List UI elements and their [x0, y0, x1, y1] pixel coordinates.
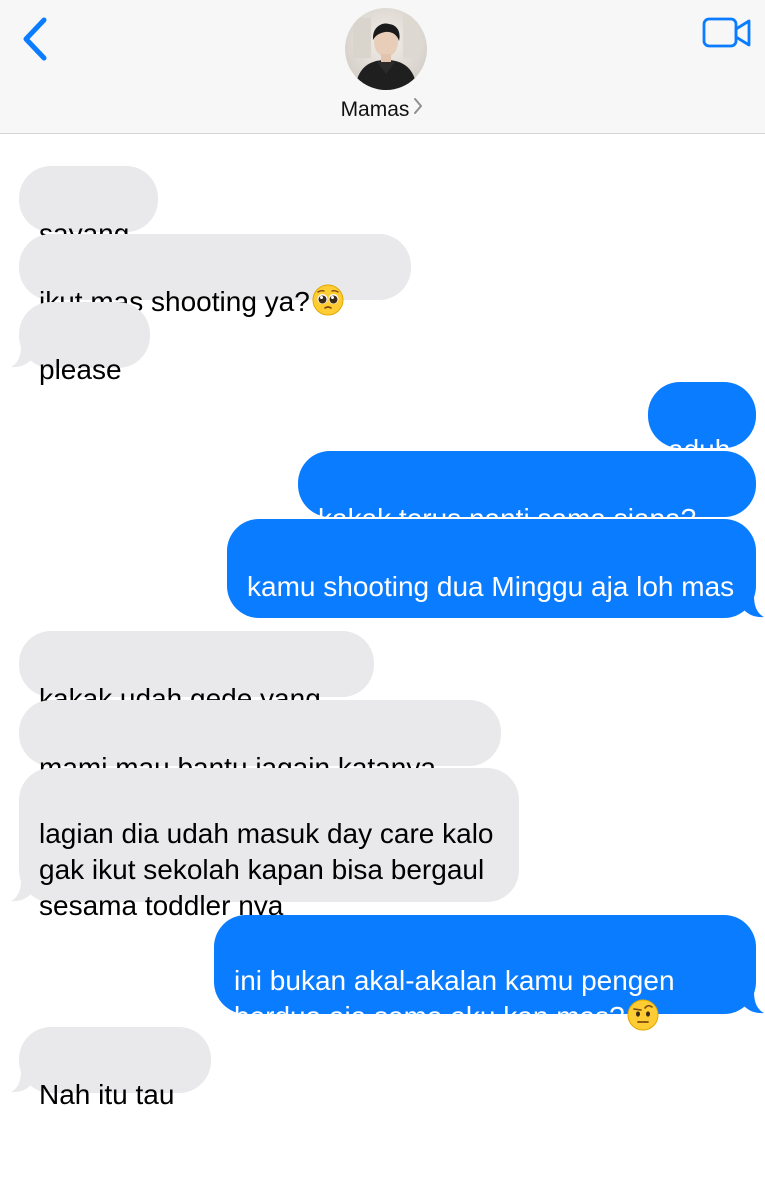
incoming-message-bubble[interactable]: mami mau bantu jagain katanya — [19, 700, 501, 783]
outgoing-message-bubble[interactable]: kakak terus nanti sama siapa? — [298, 451, 756, 534]
chevron-left-icon — [23, 17, 47, 61]
message-text: please — [39, 354, 122, 385]
face-with-raised-eyebrow-emoji — [627, 999, 659, 1040]
outgoing-message-bubble[interactable]: aduh — [648, 382, 756, 465]
message-thread: sayang ikut mas shooting ya? please aduh… — [0, 134, 765, 1199]
bubble-tail — [11, 880, 31, 902]
outgoing-message-bubble[interactable]: ini bukan akal-akalan kamu pengen berdua… — [214, 915, 756, 1032]
incoming-message-bubble[interactable]: please — [19, 302, 150, 385]
video-camera-icon — [702, 17, 751, 48]
outgoing-message-bubble[interactable]: kamu shooting dua Minggu aja loh mas — [227, 519, 756, 618]
chevron-right-icon — [412, 96, 424, 122]
incoming-message-bubble[interactable]: sayang — [19, 166, 158, 249]
bubble-tail — [11, 1071, 31, 1093]
contact-name-button[interactable]: Mamas — [0, 96, 765, 122]
contact-name: Mamas — [340, 98, 410, 121]
conversation-header: Mamas — [0, 0, 765, 134]
bubble-tail — [744, 992, 764, 1014]
incoming-message-bubble[interactable]: kakak udah gede yang — [19, 631, 374, 714]
message-text: Nah itu tau — [39, 1079, 175, 1110]
pleading-face-emoji — [312, 284, 344, 325]
incoming-message-bubble[interactable]: Nah itu tau — [19, 1027, 211, 1110]
bubble-tail — [11, 346, 31, 368]
bubble-tail — [744, 596, 764, 618]
message-text: kamu shooting dua Minggu aja loh mas — [247, 571, 735, 602]
back-button[interactable] — [16, 14, 56, 64]
incoming-message-bubble[interactable]: ikut mas shooting ya? — [19, 234, 411, 317]
message-text: ini bukan akal-akalan kamu pengen berdua… — [234, 965, 675, 1032]
message-text: lagian dia udah masuk day care kalo gak … — [39, 818, 494, 921]
video-call-button[interactable] — [702, 16, 752, 50]
contact-avatar[interactable] — [345, 8, 427, 90]
incoming-message-bubble[interactable]: lagian dia udah masuk day care kalo gak … — [19, 768, 519, 921]
